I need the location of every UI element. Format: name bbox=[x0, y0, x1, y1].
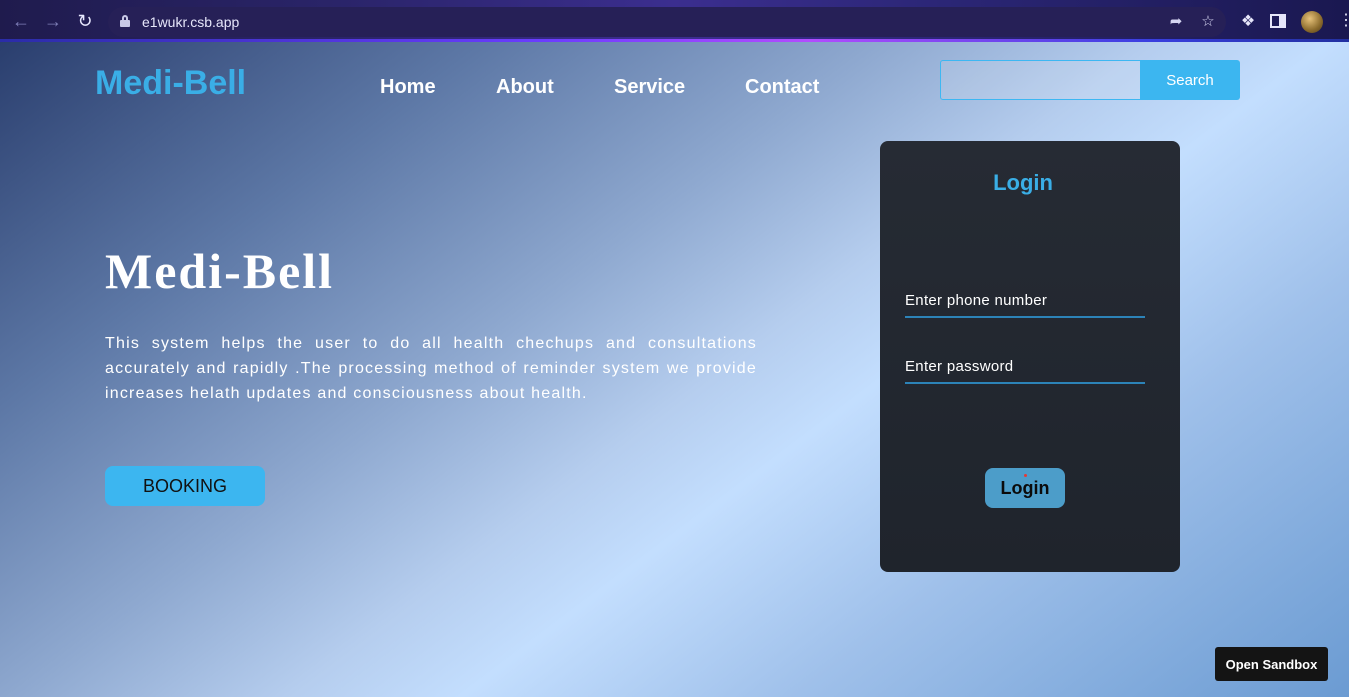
cursor-dot bbox=[1024, 474, 1027, 477]
forward-icon[interactable]: → bbox=[42, 10, 64, 32]
login-card: Login Enter phone number Enter password … bbox=[880, 141, 1180, 572]
password-underline bbox=[905, 382, 1145, 384]
hero-description: This system helps the user to do all hea… bbox=[105, 335, 757, 402]
extensions-icon[interactable]: ❖ bbox=[1238, 11, 1258, 31]
reload-icon[interactable]: ↻ bbox=[74, 10, 96, 32]
share-icon[interactable]: ➦ bbox=[1166, 12, 1186, 32]
phone-underline bbox=[905, 316, 1145, 318]
page-body: Medi-Bell Home About Service Contact Sea… bbox=[0, 42, 1349, 697]
phone-field[interactable] bbox=[905, 291, 1145, 315]
open-sandbox-button[interactable]: Open Sandbox bbox=[1215, 647, 1328, 681]
address-bar[interactable]: e1wukr.csb.app ➦ ☆ bbox=[108, 7, 1226, 37]
back-icon[interactable]: ← bbox=[10, 10, 32, 32]
search-input[interactable] bbox=[940, 60, 1141, 100]
login-title: Login bbox=[993, 170, 1053, 195]
brand-logo[interactable]: Medi-Bell bbox=[95, 64, 246, 103]
star-icon[interactable]: ☆ bbox=[1198, 12, 1218, 32]
nav-contact[interactable]: Contact bbox=[745, 76, 819, 99]
nav-home[interactable]: Home bbox=[380, 76, 436, 99]
search-button[interactable]: Search bbox=[1140, 60, 1240, 100]
browser-toolbar: ← → ↻ e1wukr.csb.app ➦ ☆ ❖ ⋮ bbox=[0, 0, 1349, 42]
hero-title: Medi-Bell bbox=[105, 243, 335, 299]
booking-button[interactable]: BOOKING bbox=[105, 466, 265, 506]
password-field[interactable] bbox=[905, 357, 1145, 381]
nav-about[interactable]: About bbox=[496, 76, 554, 99]
side-panel-icon[interactable] bbox=[1270, 14, 1286, 28]
profile-avatar[interactable] bbox=[1301, 11, 1323, 33]
lock-icon[interactable] bbox=[120, 15, 130, 27]
url-text[interactable]: e1wukr.csb.app bbox=[142, 14, 239, 30]
menu-icon[interactable]: ⋮ bbox=[1338, 11, 1349, 31]
nav-service[interactable]: Service bbox=[614, 76, 685, 99]
